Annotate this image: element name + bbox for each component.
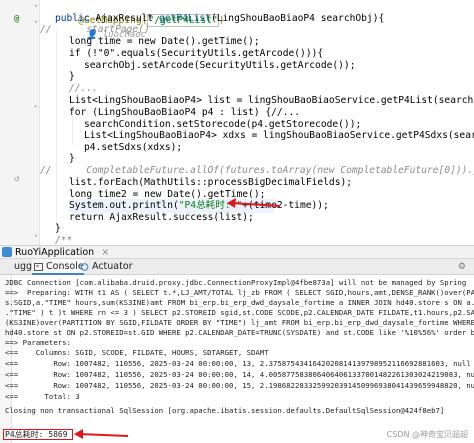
fold-marker-icon[interactable]: ▾ [34,232,38,240]
run-config-tab[interactable]: RuoYiApplication × [0,245,474,259]
console-line: <== Row: 1007482, 110556, 2025-03-24 00:… [5,381,474,390]
console-line: <== Row: 1007482, 110556, 2025-03-24 00:… [5,359,471,368]
watermark: CSDN @神奇宝贝超超 [386,430,468,439]
tab-actuator[interactable]: Actuator [78,259,133,275]
tab-console[interactable]: Console [32,259,84,275]
actuator-icon [80,263,89,271]
fold-marker-icon[interactable]: ▾ [34,18,38,26]
code-line-setarcode: searchObj.setArcode(SecurityUtils.getArc… [84,60,356,71]
console-icon [34,263,43,271]
close-icon[interactable]: × [101,247,109,258]
tool-window-tabs: ugger Console Actuator ⚙ [0,259,474,275]
console-line: <== Total: 3 [5,392,80,401]
spring-boot-icon [2,246,12,257]
console-output[interactable]: JDBC Connection [com.alibaba.druid.proxy… [0,275,474,443]
red-arrow-annotation [74,429,129,439]
settings-icon[interactable]: ⚙ [458,262,466,272]
console-line: <== Columns: SGID, SCODE, FILDATE, HOURS… [5,348,269,357]
console-line: ==> Parameters: [5,338,71,347]
highlight-box [3,429,73,440]
override-marker-icon[interactable]: ↺ [14,174,19,184]
fold-marker-icon[interactable]: ▸ [34,102,38,110]
indent-guide [56,30,57,230]
console-line: JDBC Connection [com.alibaba.druid.proxy… [5,278,467,287]
console-line: (KS3INE)over(PARTITION BY SGID,FILDATE O… [5,318,474,327]
console-line: Closing non transactional SqlSession [or… [5,406,445,415]
fold-marker-icon[interactable]: ▾ [34,2,38,10]
code-line-setxdxs: p4.setSdxs(xdxs); [84,142,183,153]
code-editor[interactable]: @ ↺ ▾ ▾ ▸ ▾ @GetMapping("/getP4List") 👤 … [0,0,474,245]
spring-endpoint-icon[interactable]: @ [14,14,19,24]
red-arrow-annotation [227,198,281,208]
console-line: s.SGID,a."TIME" hours,sum(KS3INE)amt FRO… [5,298,474,307]
console-line: ==> Preparing: WITH t1 AS ( SELECT t.*,L… [5,288,474,297]
console-line: <== Row: 1007482, 110556, 2025-03-24 00:… [5,370,474,379]
console-line: ."TIME" ) t )t WHERE rn <= 3 ) SELECT p2… [5,308,474,317]
console-line: hd40.store st ON p2.STOREID=st.GID WHERE… [5,328,474,337]
editor-gutter: @ ↺ ▾ ▾ ▸ ▾ [0,0,40,245]
code-line-javadoc: /** [55,235,73,245]
